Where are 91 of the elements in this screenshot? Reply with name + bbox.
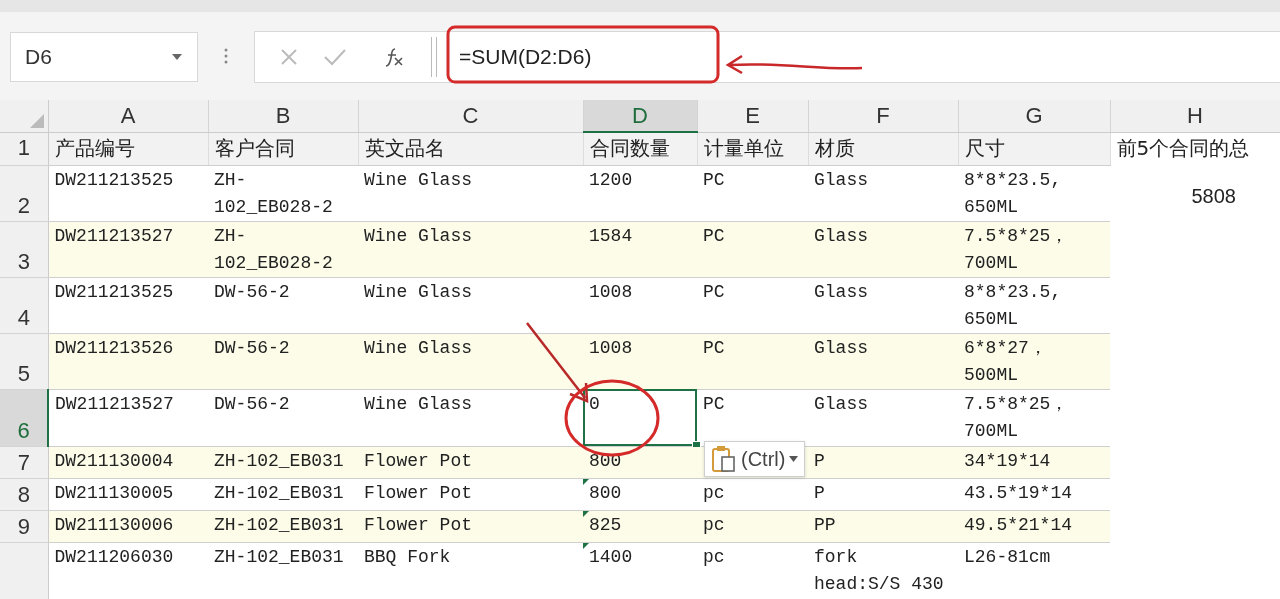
- table-cell-text: P: [814, 481, 825, 505]
- table-cell-text: PC: [703, 392, 725, 416]
- table-cell-text: Wine Glass: [364, 392, 473, 416]
- row-header[interactable]: 1: [0, 132, 48, 165]
- column-header-cell: 合同数量: [589, 135, 670, 163]
- table-cell-text: ZH- 102_EB028-2: [214, 224, 333, 275]
- table-cell-text: DW-56-2: [214, 392, 290, 416]
- table-cell-text: Flower Pot: [364, 481, 473, 505]
- paste-options-button[interactable]: (Ctrl): [704, 441, 806, 477]
- cell-reference: D6: [25, 45, 52, 69]
- table-cell-text: 800: [589, 481, 622, 505]
- row-header[interactable]: 7: [0, 446, 48, 478]
- column-header-cell: 尺寸: [964, 135, 1005, 162]
- table-cell-text: DW211130006: [54, 513, 174, 537]
- table-cell-text: Wine Glass: [364, 168, 473, 192]
- table-cell-text: ZH-102_EB031: [214, 449, 344, 473]
- table-cell-text: Flower Pot: [364, 513, 473, 537]
- column-header-cell: 前5个合同的总: [1116, 135, 1250, 163]
- table-cell-text: PC: [703, 280, 725, 304]
- table-cell-text: Glass: [814, 392, 868, 416]
- column-header[interactable]: C: [358, 100, 583, 132]
- column-header-cell: 计量单位: [703, 135, 784, 162]
- table-cell-text: Glass: [814, 168, 868, 192]
- table-cell-text: 1200: [589, 168, 633, 192]
- table-cell-text: DW-56-2: [214, 280, 290, 304]
- table-cell-text: 49.5*21*14: [964, 513, 1073, 537]
- table-cell-text: 7.5*8*25， 700ML: [964, 392, 1069, 443]
- column-header-cell: 英文品名: [364, 135, 445, 162]
- table-cell-text: 34*19*14: [964, 449, 1051, 473]
- table-cell-text: 1008: [589, 336, 633, 360]
- table-cell-text: BBQ Fork: [364, 545, 451, 569]
- table-cell-text: DW211130004: [54, 449, 174, 473]
- column-header-cell: 产品编号: [54, 135, 135, 162]
- table-cell-text: 1400: [589, 545, 633, 569]
- table-cell-text: 8*8*23.5, 650ML: [964, 168, 1062, 219]
- table-cell-text: 43.5*19*14: [964, 481, 1073, 505]
- table-cell-text: 0: [589, 392, 600, 416]
- table-cell-text: P: [814, 449, 825, 473]
- table-cell-text: 6*8*27， 500ML: [964, 336, 1047, 387]
- table-cell-text: Wine Glass: [364, 336, 473, 360]
- table-cell-text: L26-81cm: [964, 545, 1051, 569]
- table-cell-text: Glass: [814, 280, 868, 304]
- table-cell-text: pc: [703, 545, 725, 569]
- table-cell-text: 5808: [1190, 184, 1237, 209]
- column-header[interactable]: E: [697, 100, 808, 132]
- row-header[interactable]: 4: [0, 277, 48, 333]
- table-cell-text: DW211213525: [54, 168, 174, 192]
- column-header[interactable]: B: [208, 100, 358, 132]
- table-cell-text: Glass: [814, 336, 868, 360]
- table-cell-text: Wine Glass: [364, 224, 473, 248]
- row-header[interactable]: 8: [0, 478, 48, 510]
- column-header-cell: 客户合同: [214, 135, 295, 162]
- table-cell-text: ZH-102_EB031: [214, 545, 344, 569]
- table-cell-text: PC: [703, 336, 725, 360]
- table-cell-text: pc: [703, 513, 725, 537]
- table-cell-text: fork head:S/S 430: [814, 545, 944, 596]
- table-cell-text: 7.5*8*25， 700ML: [964, 224, 1069, 275]
- table-cell-text: DW211213527: [54, 224, 174, 248]
- table-cell-text: Wine Glass: [364, 280, 473, 304]
- table-cell-text: Flower Pot: [364, 449, 473, 473]
- name-box[interactable]: D6: [10, 32, 198, 82]
- table-cell-text: DW211213526: [54, 336, 174, 360]
- row-header[interactable]: 9: [0, 510, 48, 542]
- column-header-cell: 材质: [814, 135, 855, 162]
- table-cell-text: DW211130005: [54, 481, 174, 505]
- table-cell-text: pc: [703, 481, 725, 505]
- table-cell-text: ZH-102_EB031: [214, 481, 344, 505]
- table-cell-text: DW211213527: [55, 392, 174, 416]
- table-cell-text: 825: [589, 513, 622, 537]
- row-header[interactable]: 3: [0, 221, 48, 277]
- table-cell-text: PC: [703, 224, 725, 248]
- table-cell-text: 1008: [589, 280, 633, 304]
- column-header[interactable]: H: [1110, 100, 1280, 132]
- table-cell-text: ZH-102_EB031: [214, 513, 344, 537]
- table-cell-text: DW-56-2: [214, 336, 290, 360]
- row-header[interactable]: 5: [0, 333, 48, 389]
- table-cell-text: PP: [814, 513, 836, 537]
- column-header[interactable]: F: [808, 100, 958, 132]
- formula-field[interactable]: =SUM(D2:D6): [459, 45, 592, 69]
- table-cell-text: DW211206030: [54, 545, 174, 569]
- table-cell-text: Glass: [814, 224, 868, 248]
- table-cell-text: PC: [703, 168, 725, 192]
- column-header[interactable]: A: [48, 100, 208, 132]
- table-cell-text: 8*8*23.5, 650ML: [964, 280, 1062, 331]
- table-cell-text: 1584: [589, 224, 633, 248]
- table-cell-text: ZH- 102_EB028-2: [214, 168, 333, 219]
- column-header[interactable]: G: [958, 100, 1110, 132]
- table-cell-text: DW211213525: [54, 280, 174, 304]
- row-header[interactable]: 6: [0, 389, 48, 446]
- row-header[interactable]: 2: [0, 165, 48, 221]
- column-header[interactable]: D: [583, 100, 697, 132]
